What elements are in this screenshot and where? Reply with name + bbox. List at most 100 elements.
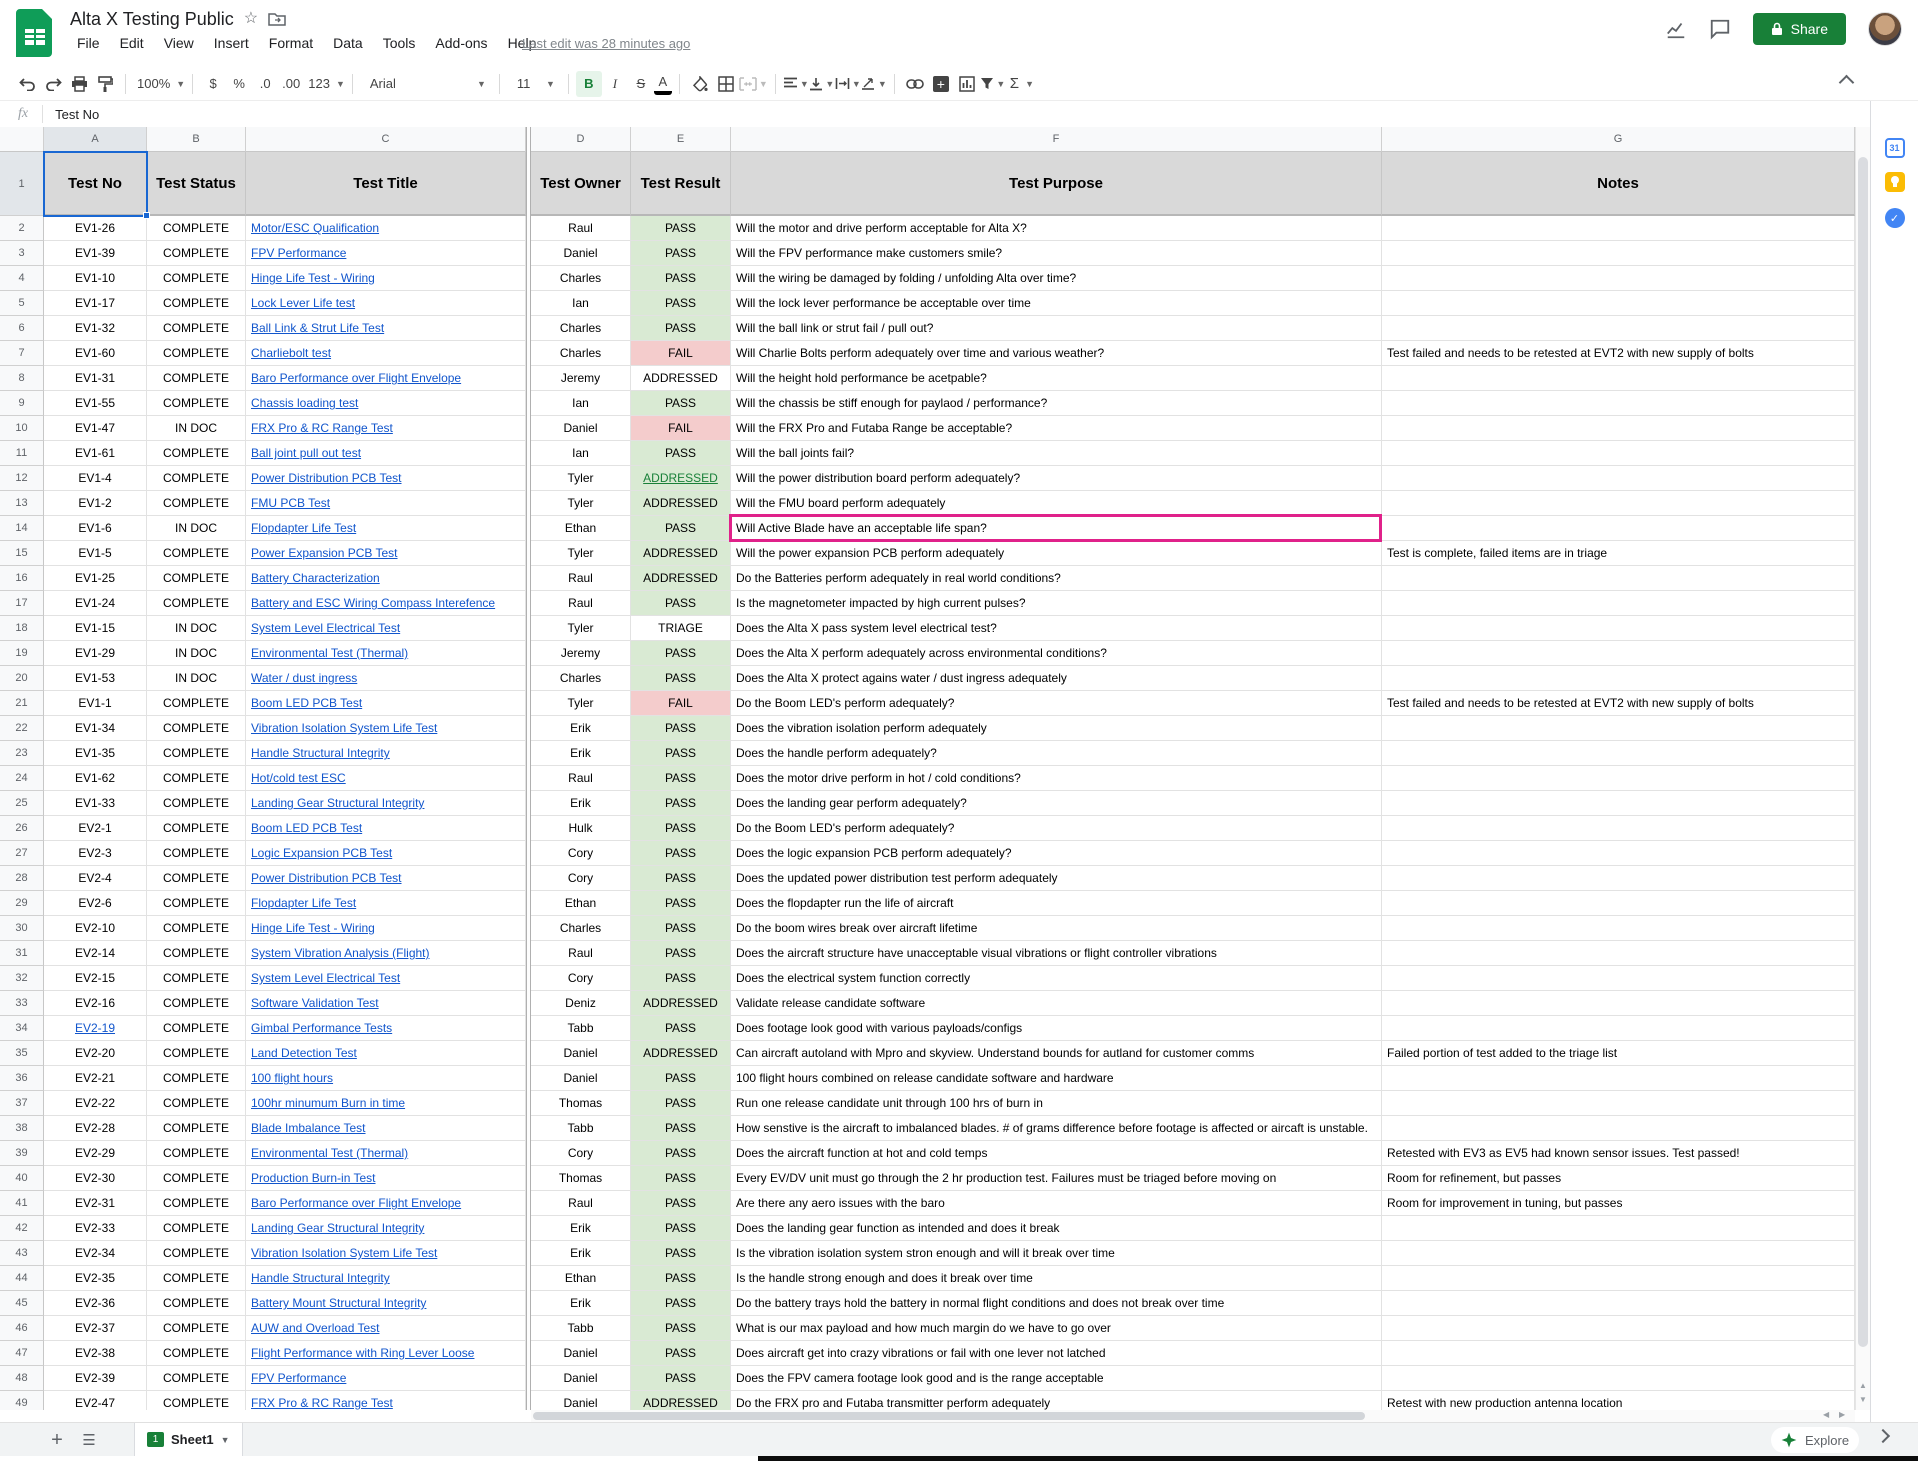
test-title-link[interactable]: FPV Performance bbox=[251, 246, 346, 260]
cell-G27[interactable] bbox=[1382, 841, 1855, 866]
cell-C44[interactable]: Handle Structural Integrity bbox=[246, 1266, 526, 1291]
cell-D13[interactable]: Tyler bbox=[531, 491, 631, 516]
cell-C41[interactable]: Baro Performance over Flight Envelope bbox=[246, 1191, 526, 1216]
test-title-link[interactable]: System Vibration Analysis (Flight) bbox=[251, 946, 430, 960]
cell-G14[interactable] bbox=[1382, 516, 1855, 541]
cell-A23[interactable]: EV1-35 bbox=[44, 741, 147, 766]
cell-F46[interactable]: What is our max payload and how much mar… bbox=[731, 1316, 1382, 1341]
cell-A16[interactable]: EV1-25 bbox=[44, 566, 147, 591]
cell-F24[interactable]: Does the motor drive perform in hot / co… bbox=[731, 766, 1382, 791]
cell-A28[interactable]: EV2-4 bbox=[44, 866, 147, 891]
cell-B12[interactable]: COMPLETE bbox=[147, 466, 246, 491]
formula-bar[interactable]: fx Test No bbox=[0, 101, 1918, 128]
cell-A10[interactable]: EV1-47 bbox=[44, 416, 147, 441]
test-title-link[interactable]: Flopdapter Life Test bbox=[251, 896, 356, 910]
col-header-F[interactable]: F bbox=[731, 127, 1382, 152]
insert-link-button[interactable] bbox=[902, 71, 928, 97]
fill-handle[interactable] bbox=[143, 212, 150, 219]
cell-E46[interactable]: PASS bbox=[631, 1316, 731, 1341]
cell-F38[interactable]: How senstive is the aircraft to imbalanc… bbox=[731, 1116, 1382, 1141]
cell-G46[interactable] bbox=[1382, 1316, 1855, 1341]
cell-D27[interactable]: Cory bbox=[531, 841, 631, 866]
cell-F23[interactable]: Does the handle perform adequately? bbox=[731, 741, 1382, 766]
cell-D37[interactable]: Thomas bbox=[531, 1091, 631, 1116]
cell-D8[interactable]: Jeremy bbox=[531, 366, 631, 391]
row-header-18[interactable]: 18 bbox=[0, 616, 44, 641]
cell-B5[interactable]: COMPLETE bbox=[147, 291, 246, 316]
cell-A12[interactable]: EV1-4 bbox=[44, 466, 147, 491]
cell-E32[interactable]: PASS bbox=[631, 966, 731, 991]
scroll-up-arrow[interactable]: ▲ bbox=[1859, 1381, 1867, 1390]
test-title-link[interactable]: FPV Performance bbox=[251, 1371, 346, 1385]
cell-D23[interactable]: Erik bbox=[531, 741, 631, 766]
cell-E19[interactable]: PASS bbox=[631, 641, 731, 666]
cell-D3[interactable]: Daniel bbox=[531, 241, 631, 266]
cell-D11[interactable]: Ian bbox=[531, 441, 631, 466]
cell-E18[interactable]: TRIAGE bbox=[631, 616, 731, 641]
decrease-decimal-button[interactable]: .0 bbox=[252, 71, 278, 97]
cell-B24[interactable]: COMPLETE bbox=[147, 766, 246, 791]
cell-E3[interactable]: PASS bbox=[631, 241, 731, 266]
cell-D24[interactable]: Raul bbox=[531, 766, 631, 791]
cell-A27[interactable]: EV2-3 bbox=[44, 841, 147, 866]
horizontal-scrollbar-thumb[interactable] bbox=[533, 1412, 1365, 1420]
row-header-8[interactable]: 8 bbox=[0, 366, 44, 391]
col-header-B[interactable]: B bbox=[147, 127, 246, 152]
cell-B18[interactable]: IN DOC bbox=[147, 616, 246, 641]
cell-C39[interactable]: Environmental Test (Thermal) bbox=[246, 1141, 526, 1166]
cell-C3[interactable]: FPV Performance bbox=[246, 241, 526, 266]
cell-E48[interactable]: PASS bbox=[631, 1366, 731, 1391]
cell-F39[interactable]: Does the aircraft function at hot and co… bbox=[731, 1141, 1382, 1166]
cell-A4[interactable]: EV1-10 bbox=[44, 266, 147, 291]
test-title-link[interactable]: Boom LED PCB Test bbox=[251, 821, 362, 835]
test-title-link[interactable]: Hinge Life Test - Wiring bbox=[251, 921, 375, 935]
tab-sheet1[interactable]: 1 Sheet1 ▼ bbox=[134, 1423, 243, 1456]
cell-D45[interactable]: Erik bbox=[531, 1291, 631, 1316]
cell-G24[interactable] bbox=[1382, 766, 1855, 791]
cell-C34[interactable]: Gimbal Performance Tests bbox=[246, 1016, 526, 1041]
cell-E22[interactable]: PASS bbox=[631, 716, 731, 741]
undo-button[interactable] bbox=[14, 71, 40, 97]
cell-E38[interactable]: PASS bbox=[631, 1116, 731, 1141]
cell-G32[interactable] bbox=[1382, 966, 1855, 991]
cell-B41[interactable]: COMPLETE bbox=[147, 1191, 246, 1216]
cell-G39[interactable]: Retested with EV3 as EV5 had known senso… bbox=[1382, 1141, 1855, 1166]
cell-A22[interactable]: EV1-34 bbox=[44, 716, 147, 741]
row-header-38[interactable]: 38 bbox=[0, 1116, 44, 1141]
test-title-link[interactable]: Landing Gear Structural Integrity bbox=[251, 1221, 424, 1235]
cell-C2[interactable]: Motor/ESC Qualification bbox=[246, 216, 526, 241]
cell-E9[interactable]: PASS bbox=[631, 391, 731, 416]
cell-E39[interactable]: PASS bbox=[631, 1141, 731, 1166]
cell-G10[interactable] bbox=[1382, 416, 1855, 441]
row-header-48[interactable]: 48 bbox=[0, 1366, 44, 1391]
cell-G21[interactable]: Test failed and needs to be retested at … bbox=[1382, 691, 1855, 716]
test-title-link[interactable]: Production Burn-in Test bbox=[251, 1171, 376, 1185]
col-header-A[interactable]: A bbox=[44, 127, 147, 152]
cell-E20[interactable]: PASS bbox=[631, 666, 731, 691]
cell-B35[interactable]: COMPLETE bbox=[147, 1041, 246, 1066]
cell-C27[interactable]: Logic Expansion PCB Test bbox=[246, 841, 526, 866]
cell-B49[interactable]: COMPLETE bbox=[147, 1391, 246, 1410]
cell-G18[interactable] bbox=[1382, 616, 1855, 641]
menu-tools[interactable]: Tools bbox=[374, 33, 425, 53]
cell-B28[interactable]: COMPLETE bbox=[147, 866, 246, 891]
cell-A24[interactable]: EV1-62 bbox=[44, 766, 147, 791]
cell-C42[interactable]: Landing Gear Structural Integrity bbox=[246, 1216, 526, 1241]
test-title-link[interactable]: AUW and Overload Test bbox=[251, 1321, 380, 1335]
cell-D9[interactable]: Ian bbox=[531, 391, 631, 416]
insert-comment-button[interactable]: + bbox=[928, 71, 954, 97]
cell-D28[interactable]: Cory bbox=[531, 866, 631, 891]
cell-F2[interactable]: Will the motor and drive perform accepta… bbox=[731, 216, 1382, 241]
cell-B43[interactable]: COMPLETE bbox=[147, 1241, 246, 1266]
merge-cells-button[interactable]: ▼ bbox=[739, 71, 768, 97]
cell-G16[interactable] bbox=[1382, 566, 1855, 591]
cell-D10[interactable]: Daniel bbox=[531, 416, 631, 441]
cell-G45[interactable] bbox=[1382, 1291, 1855, 1316]
cell-G19[interactable] bbox=[1382, 641, 1855, 666]
row-header-47[interactable]: 47 bbox=[0, 1341, 44, 1366]
cell-B46[interactable]: COMPLETE bbox=[147, 1316, 246, 1341]
cell-G47[interactable] bbox=[1382, 1341, 1855, 1366]
cell-F30[interactable]: Do the boom wires break over aircraft li… bbox=[731, 916, 1382, 941]
cell-F19[interactable]: Does the Alta X perform adequately acros… bbox=[731, 641, 1382, 666]
cell-D17[interactable]: Raul bbox=[531, 591, 631, 616]
